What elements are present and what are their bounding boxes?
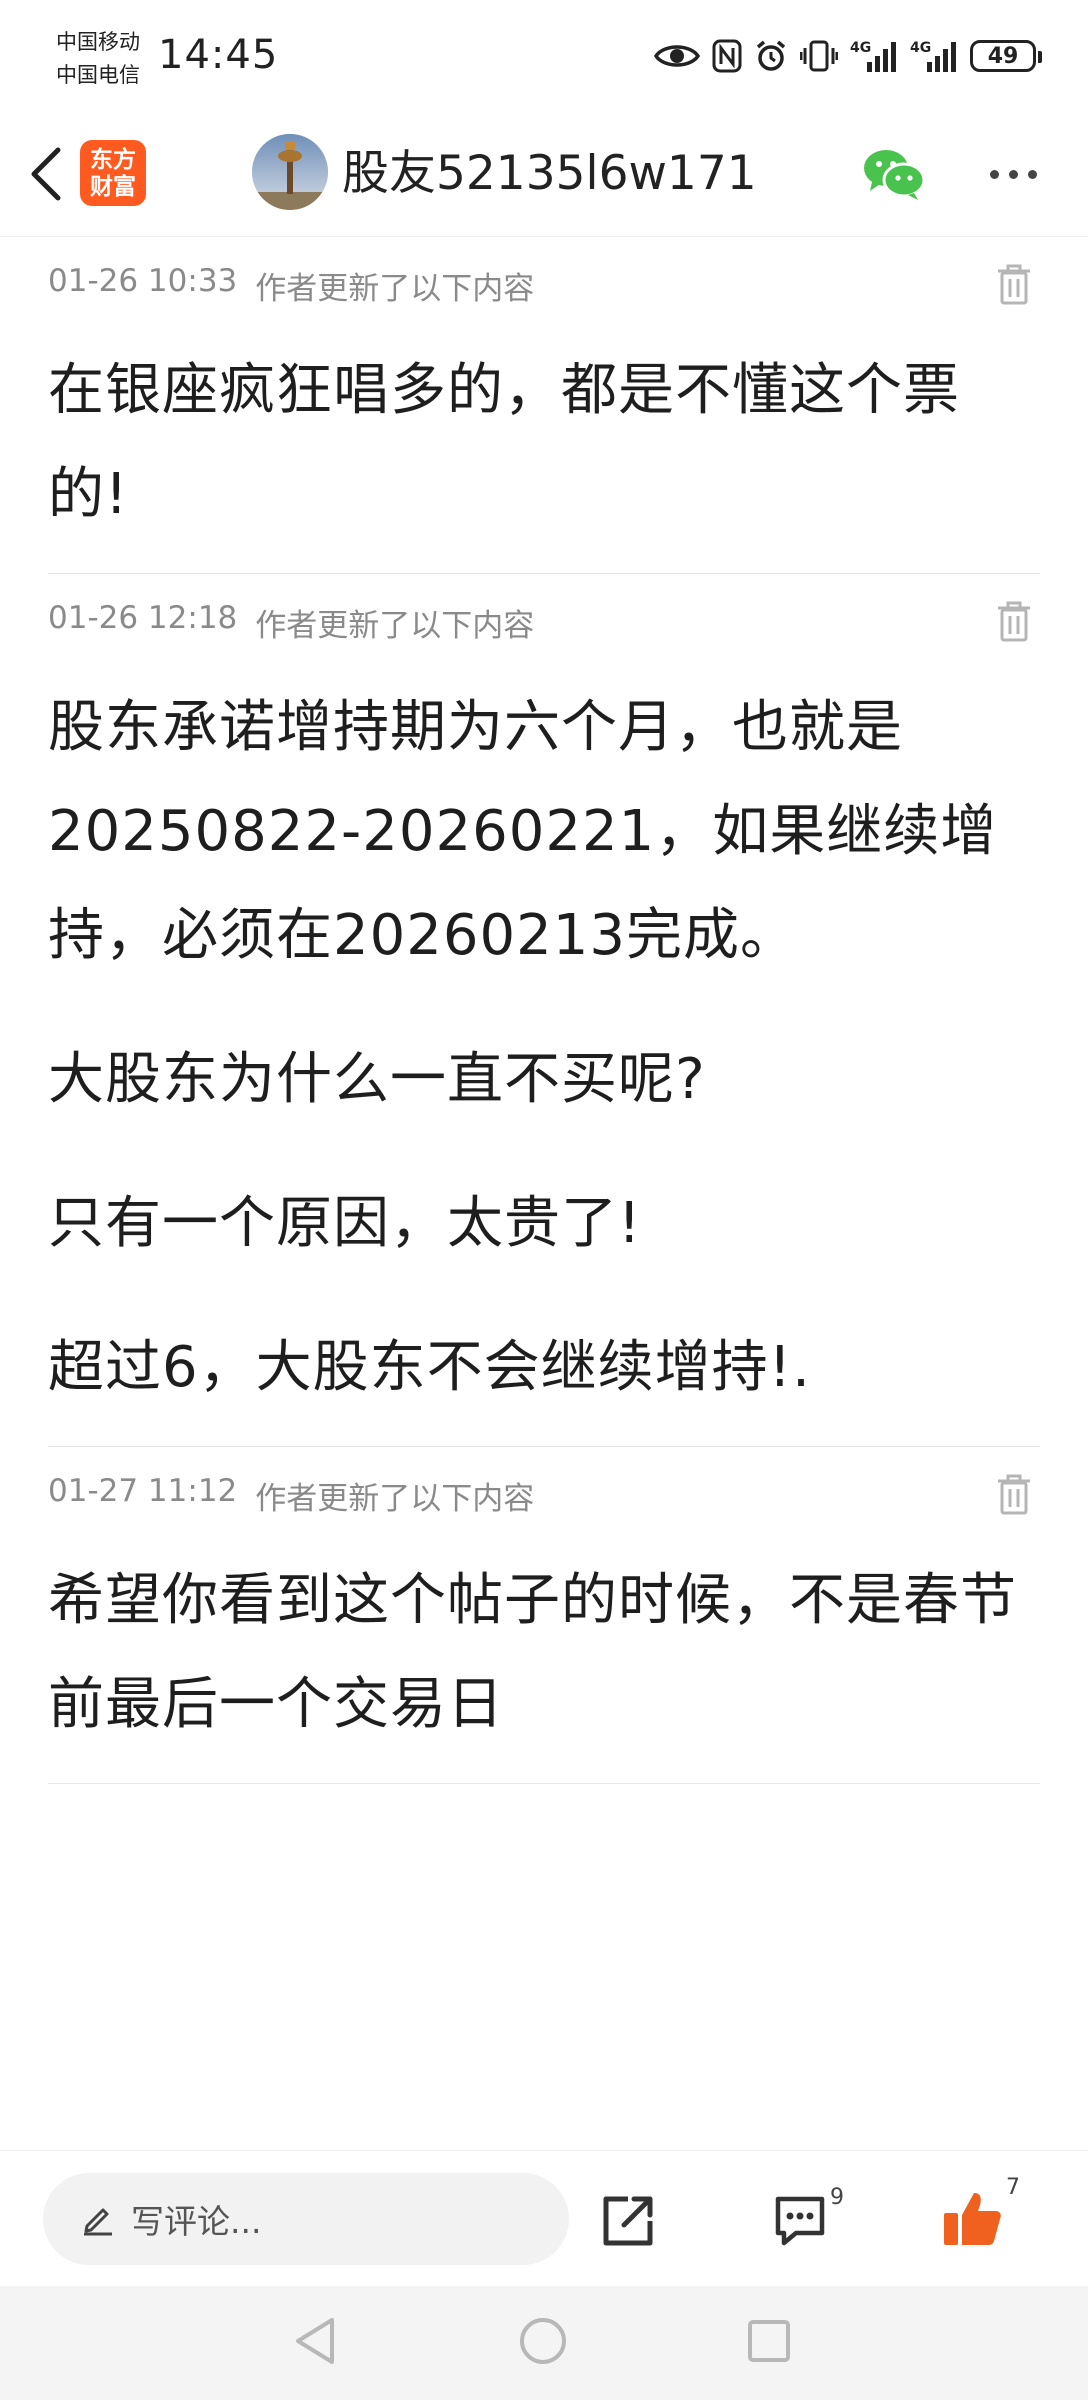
avatar-image	[252, 134, 328, 210]
delete-button[interactable]	[994, 261, 1034, 307]
vibrate-icon	[800, 40, 838, 72]
update-body: 在银座疯狂唱多的，都是不懂这个票的!	[48, 331, 1040, 573]
status-icons: 4G 4G 49	[654, 34, 1042, 78]
delete-button[interactable]	[994, 1471, 1034, 1517]
carrier-2: 中国电信	[56, 63, 140, 87]
update-time: 01-26 10:33	[48, 263, 238, 299]
update-meta: 01-26 12:18 作者更新了以下内容	[48, 574, 1040, 668]
update-time: 01-27 11:12	[48, 1473, 238, 1509]
update-time: 01-26 12:18	[48, 600, 238, 636]
more-icon-dot	[989, 169, 999, 179]
wechat-icon	[864, 150, 926, 200]
bottom-action-bar: 写评论... 9 7	[0, 2150, 1088, 2287]
app-logo[interactable]: 东方 财富	[80, 140, 146, 206]
nav-home-icon[interactable]	[518, 2316, 568, 2366]
eye-icon	[654, 45, 700, 67]
more-icon-dot	[1008, 169, 1018, 179]
back-button[interactable]	[18, 142, 74, 206]
update-paragraph: 希望你看到这个帖子的时候，不是春节前最后一个交易日	[48, 1568, 1017, 1737]
svg-text:4G: 4G	[850, 40, 871, 56]
svg-text:4G: 4G	[910, 40, 931, 56]
carrier-info: 中国移动 中国电信	[56, 26, 140, 92]
comment-placeholder: 写评论...	[131, 2202, 262, 2241]
system-navigation-bar	[0, 2286, 1088, 2400]
update-paragraph: 只有一个原因，太贵了!	[48, 1191, 642, 1256]
delete-button[interactable]	[994, 598, 1034, 644]
comment-count: 9	[830, 2185, 844, 2210]
update-label: 作者更新了以下内容	[255, 1481, 535, 1517]
nfc-icon	[712, 39, 742, 73]
battery-level: 49	[987, 43, 1019, 69]
comment-input[interactable]: 写评论...	[43, 2173, 569, 2265]
status-time: 14:45	[158, 32, 279, 78]
comment-bubble-icon	[775, 2196, 825, 2246]
more-button[interactable]	[980, 152, 1046, 196]
post-updates-feed: 01-26 10:33 作者更新了以下内容 在银座疯狂唱多的，都是不懂这个票的!…	[0, 237, 1088, 1784]
update-body: 希望你看到这个帖子的时候，不是春节前最后一个交易日	[48, 1541, 1040, 1783]
thumbs-up-icon	[944, 2193, 1001, 2245]
update-label: 作者更新了以下内容	[255, 271, 535, 307]
update-item: 01-27 11:12 作者更新了以下内容 希望你看到这个帖子的时候，不是春节前…	[48, 1447, 1040, 1784]
nav-recents-icon[interactable]	[746, 2318, 792, 2364]
logo-line-1: 东方	[90, 146, 136, 173]
top-app-bar: 东方 财富 股友52135l6w171	[0, 112, 1088, 237]
status-bar: 中国移动 中国电信 14:45 4G 4G 49	[0, 0, 1088, 112]
like-count: 7	[1006, 2175, 1020, 2200]
update-meta: 01-27 11:12 作者更新了以下内容	[48, 1447, 1040, 1541]
share-icon	[603, 2196, 653, 2246]
update-body: 股东承诺增持期为六个月，也就是20250822-20260221，如果继续增持，…	[48, 668, 1040, 1446]
update-label: 作者更新了以下内容	[255, 608, 535, 644]
nav-back-icon[interactable]	[292, 2316, 338, 2366]
avatar[interactable]	[252, 134, 328, 210]
more-icon-dot	[1027, 169, 1037, 179]
carrier-1: 中国移动	[56, 30, 140, 54]
update-paragraph: 在银座疯狂唱多的，都是不懂这个票的!	[48, 358, 960, 527]
update-paragraph: 大股东为什么一直不买呢?	[48, 1047, 706, 1112]
update-item: 01-26 10:33 作者更新了以下内容 在银座疯狂唱多的，都是不懂这个票的!	[48, 237, 1040, 574]
update-meta: 01-26 10:33 作者更新了以下内容	[48, 237, 1040, 331]
trash-icon	[998, 601, 1030, 642]
trash-icon	[998, 1474, 1030, 1515]
trash-icon	[998, 264, 1030, 305]
signal-icon: 4G	[850, 40, 896, 72]
logo-line-2: 财富	[90, 173, 136, 200]
author-name[interactable]: 股友52135l6w171	[342, 144, 757, 204]
wechat-share-button[interactable]	[862, 146, 926, 202]
comments-button[interactable]: 9	[772, 2185, 844, 2255]
battery-icon: 49	[970, 40, 1042, 72]
update-paragraph: 超过6，大股东不会继续增持!.	[48, 1335, 811, 1400]
like-button[interactable]: 7	[942, 2175, 1020, 2255]
update-paragraph: 股东承诺增持期为六个月，也就是20250822-20260221，如果继续增持，…	[48, 695, 998, 968]
pencil-icon	[81, 2202, 115, 2236]
back-arrow-icon	[31, 147, 61, 201]
update-item: 01-26 12:18 作者更新了以下内容 股东承诺增持期为六个月，也就是202…	[48, 574, 1040, 1447]
signal-icon: 4G	[910, 40, 956, 72]
alarm-icon	[756, 40, 786, 71]
share-button[interactable]	[598, 2191, 658, 2251]
